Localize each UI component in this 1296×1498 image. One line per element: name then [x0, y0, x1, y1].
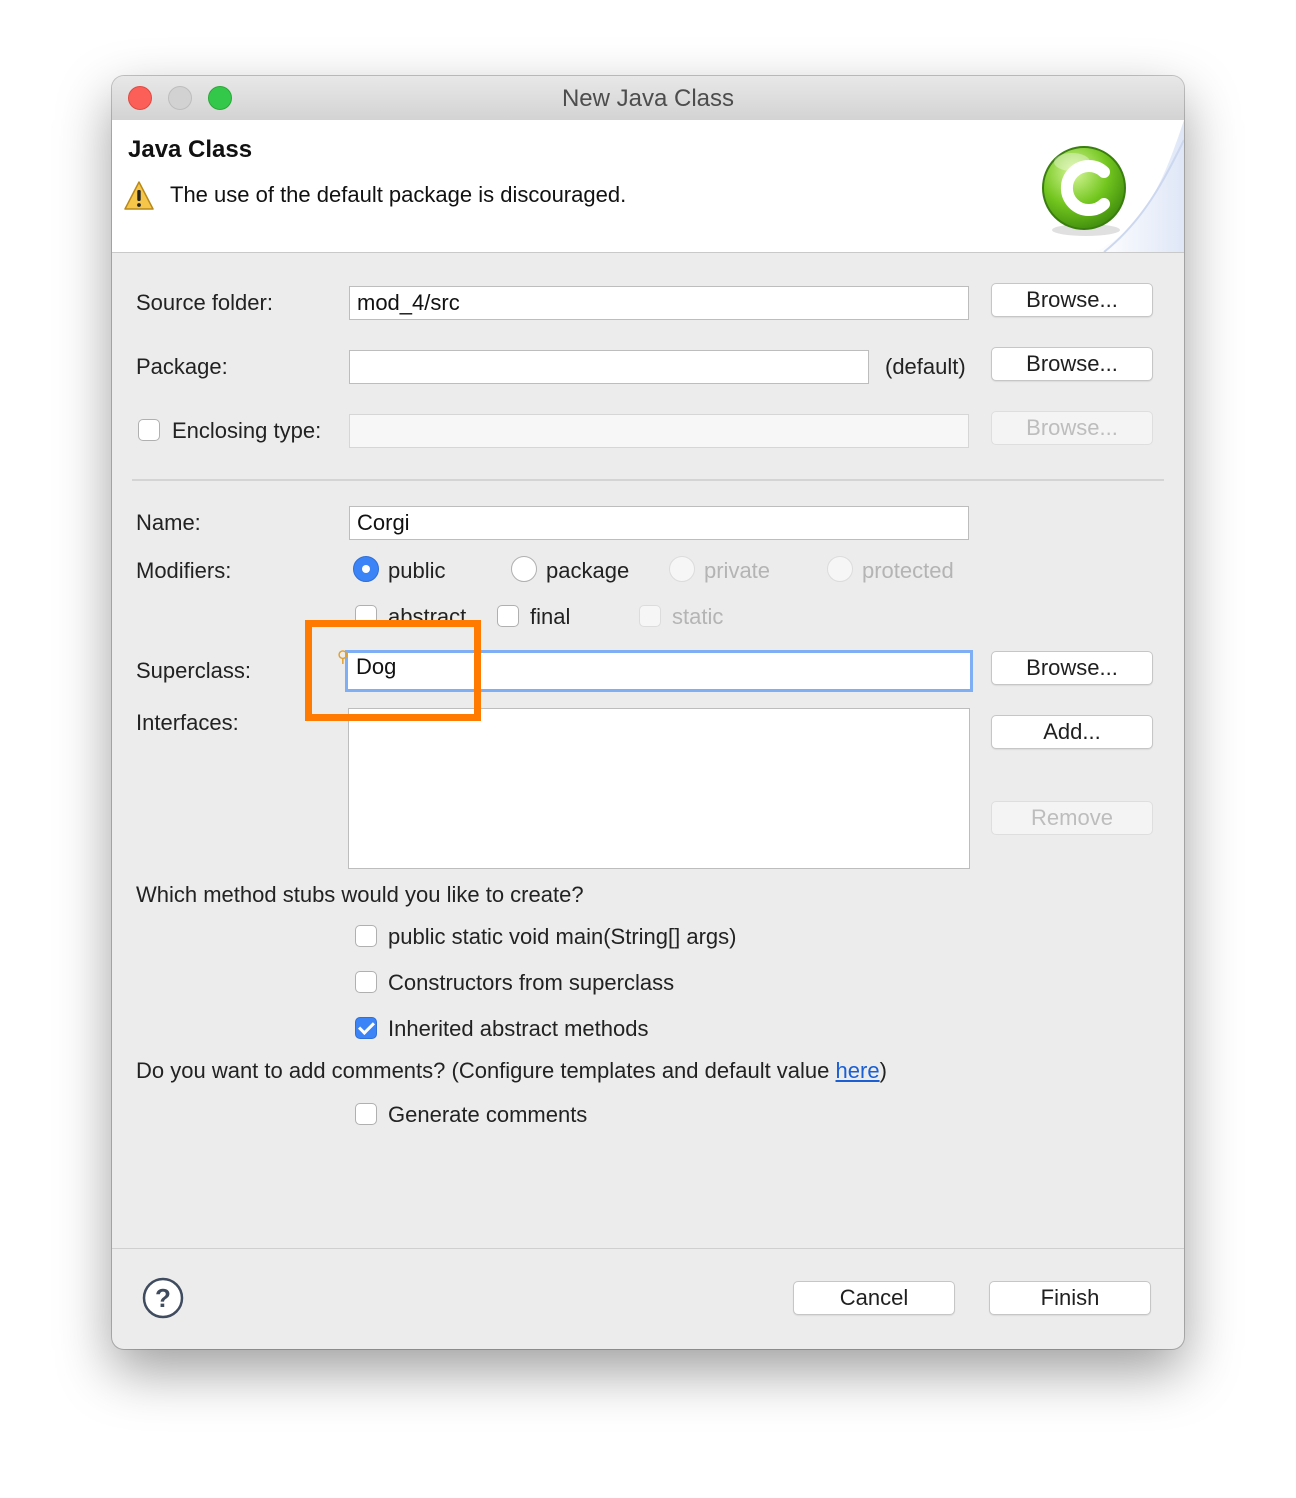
name-label: Name: [136, 510, 201, 535]
generate-comments-checkbox[interactable] [355, 1103, 377, 1125]
java-class-c-icon [1042, 120, 1184, 252]
source-folder-input[interactable]: mod_4/src [349, 286, 969, 320]
stub-constructors-label: Constructors from superclass [388, 970, 675, 995]
stub-main-label: public static void main(String[] args) [388, 924, 737, 949]
wizard-header: Java Class The use of the default packag… [112, 120, 1184, 253]
stub-inherited-abstract-checkbox[interactable] [355, 1017, 377, 1039]
new-java-class-dialog: New Java Class Java Class The use of the… [112, 76, 1184, 1349]
modifier-static-label: static [672, 604, 724, 629]
interfaces-label: Interfaces: [136, 710, 239, 735]
modifier-protected-label: protected [862, 558, 954, 583]
stub-inherited-abstract-label: Inherited abstract methods [388, 1016, 649, 1041]
superclass-label: Superclass: [136, 658, 251, 683]
interfaces-remove-button[interactable]: Remove [991, 801, 1153, 835]
comments-question-text: Do you want to add comments? (Configure … [136, 1058, 836, 1083]
interfaces-list[interactable] [348, 708, 970, 869]
stub-main-checkbox[interactable] [355, 925, 377, 947]
modifier-public-label: public [388, 558, 446, 583]
comments-question-close: ) [879, 1058, 887, 1083]
modifier-protected-radio[interactable] [827, 556, 853, 582]
modifier-static-checkbox[interactable] [639, 605, 661, 627]
comments-question: Do you want to add comments? (Configure … [136, 1058, 887, 1084]
wizard-message: The use of the default package is discou… [170, 182, 627, 207]
package-browse-button[interactable]: Browse... [991, 347, 1153, 381]
class-name-input[interactable]: Corgi [349, 506, 969, 540]
window-title: New Java Class [561, 85, 735, 112]
modifier-final-label: final [530, 604, 571, 629]
modifier-package-radio[interactable] [511, 556, 537, 582]
package-input[interactable] [349, 350, 869, 384]
source-folder-browse-button[interactable]: Browse... [991, 283, 1153, 317]
finish-button[interactable]: Finish [989, 1281, 1151, 1315]
footer-separator [112, 1248, 1184, 1249]
modifier-final-checkbox[interactable] [497, 605, 519, 627]
interfaces-add-button[interactable]: Add... [991, 715, 1153, 749]
title-bar: New Java Class [112, 76, 1184, 121]
enclosing-type-label: Enclosing type: [172, 418, 322, 443]
enclosing-type-browse-button[interactable]: Browse... [991, 411, 1153, 445]
svg-text:?: ? [155, 1283, 171, 1313]
method-stubs-question: Which method stubs would you like to cre… [136, 882, 584, 907]
enclosing-type-input[interactable] [349, 414, 969, 448]
warning-triangle-icon [124, 181, 154, 210]
section-separator [132, 479, 1164, 481]
cancel-button[interactable]: Cancel [793, 1281, 955, 1315]
configure-templates-link[interactable]: here [836, 1058, 880, 1083]
modifier-private-radio[interactable] [669, 556, 695, 582]
package-label: Package: [136, 354, 228, 379]
source-folder-label: Source folder: [136, 290, 273, 315]
modifier-package-label: package [546, 558, 630, 583]
wizard-title: Java Class [128, 136, 253, 163]
modifier-public-radio[interactable] [353, 556, 379, 582]
modifiers-label: Modifiers: [136, 558, 232, 583]
modifier-private-label: private [704, 558, 771, 583]
help-question-icon[interactable]: ? [142, 1277, 184, 1319]
package-default-label: (default) [885, 354, 966, 379]
stub-constructors-checkbox[interactable] [355, 971, 377, 993]
generate-comments-label: Generate comments [388, 1102, 588, 1127]
superclass-highlight-box [305, 620, 481, 721]
superclass-browse-button[interactable]: Browse... [991, 651, 1153, 685]
enclosing-type-checkbox[interactable] [138, 419, 160, 441]
